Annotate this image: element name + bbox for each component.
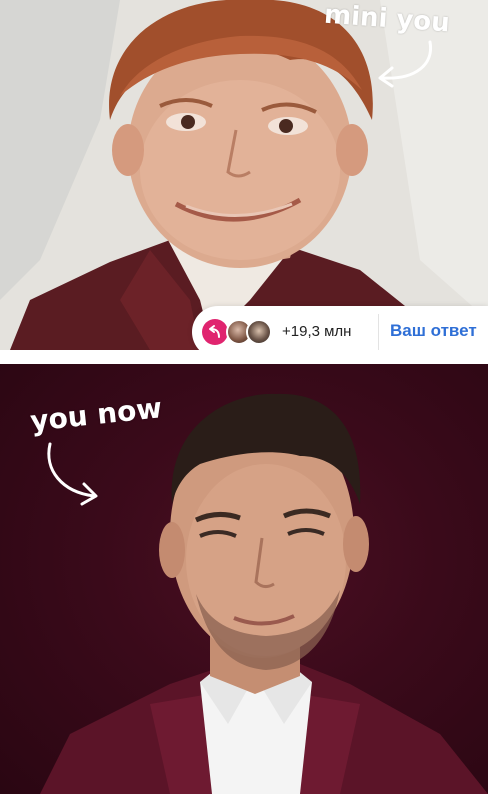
responses-count: +19,3 млн bbox=[282, 323, 352, 340]
divider bbox=[378, 314, 379, 350]
curved-arrow-icon bbox=[378, 40, 433, 88]
reply-arrow-icon[interactable] bbox=[202, 319, 228, 345]
curved-arrow-icon bbox=[47, 442, 98, 506]
participant-avatar[interactable] bbox=[246, 319, 272, 345]
your-answer-button[interactable]: Ваш ответ bbox=[390, 321, 477, 341]
panel-divider bbox=[0, 350, 488, 364]
